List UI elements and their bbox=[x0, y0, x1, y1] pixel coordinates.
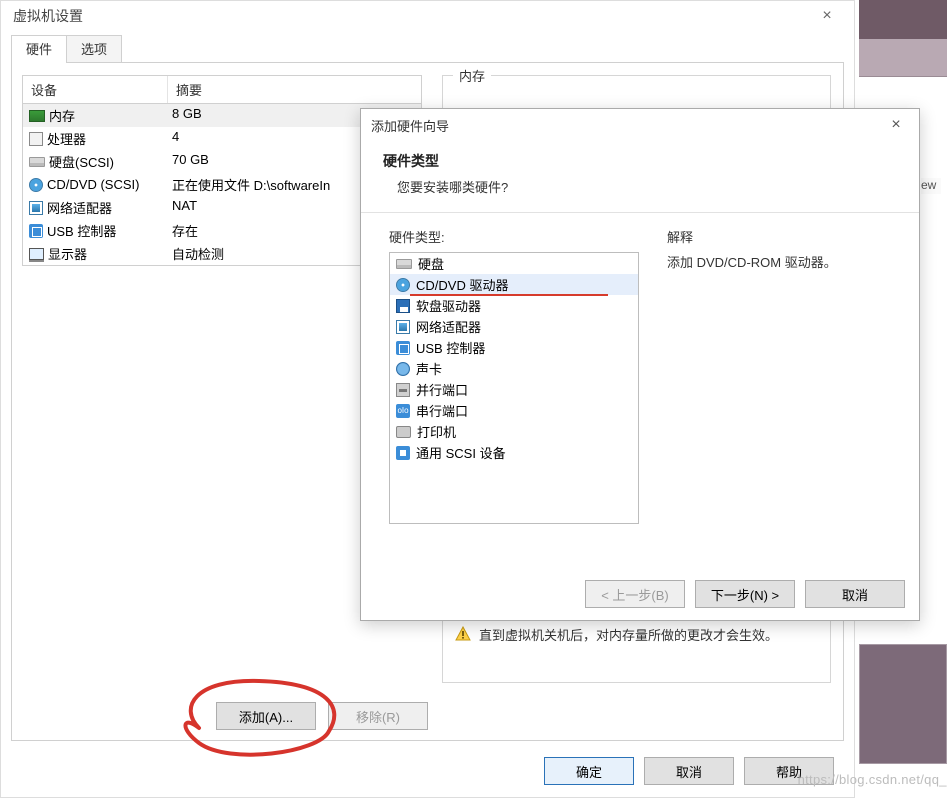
cd-icon bbox=[396, 278, 410, 292]
list-item-label: 通用 SCSI 设备 bbox=[416, 443, 506, 462]
device-name: 内存 bbox=[49, 106, 75, 125]
usb-icon bbox=[396, 341, 410, 355]
list-item-label: 打印机 bbox=[417, 422, 456, 441]
list-item-label: 并行端口 bbox=[416, 380, 468, 399]
close-icon[interactable]: × bbox=[812, 7, 842, 25]
table-header: 设备 摘要 bbox=[22, 75, 422, 104]
dialog-title: 虚拟机设置 bbox=[13, 6, 83, 26]
wizard-banner: 硬件类型 您要安装哪类硬件? bbox=[361, 141, 919, 213]
list-item[interactable]: 通用 SCSI 设备 bbox=[390, 442, 638, 463]
device-name: 显示器 bbox=[48, 244, 87, 263]
list-item-label: 软盘驱动器 bbox=[416, 296, 481, 315]
list-item[interactable]: 声卡 bbox=[390, 358, 638, 379]
device-name: USB 控制器 bbox=[47, 221, 116, 240]
back-button: < 上一步(B) bbox=[585, 580, 685, 608]
explain-text: 添加 DVD/CD-ROM 驱动器。 bbox=[667, 252, 891, 271]
hdd-icon bbox=[29, 157, 45, 167]
warning-icon bbox=[455, 626, 471, 642]
list-item[interactable]: oIo 串行端口 bbox=[390, 400, 638, 421]
list-item[interactable]: USB 控制器 bbox=[390, 337, 638, 358]
hdd-icon bbox=[396, 259, 412, 269]
list-item-label: 声卡 bbox=[416, 359, 442, 378]
cpu-icon bbox=[29, 132, 43, 146]
list-item[interactable]: 软盘驱动器 bbox=[390, 295, 638, 316]
para-icon bbox=[396, 383, 410, 397]
cancel-button[interactable]: 取消 bbox=[644, 757, 734, 785]
list-item[interactable]: 并行端口 bbox=[390, 379, 638, 400]
device-name: 网络适配器 bbox=[47, 198, 112, 217]
cancel-button[interactable]: 取消 bbox=[805, 580, 905, 608]
list-item[interactable]: 打印机 bbox=[390, 421, 638, 442]
tab-hardware[interactable]: 硬件 bbox=[11, 35, 67, 62]
list-item[interactable]: 硬盘 bbox=[390, 253, 638, 274]
wizard-titlebar[interactable]: 添加硬件向导 × bbox=[361, 109, 919, 141]
ok-button[interactable]: 确定 bbox=[544, 757, 634, 785]
memory-warning: 直到虚拟机关机后，对内存量所做的更改才会生效。 bbox=[455, 626, 818, 646]
memory-legend: 内存 bbox=[453, 66, 491, 85]
wizard-title: 添加硬件向导 bbox=[371, 116, 449, 135]
device-name: 处理器 bbox=[47, 129, 86, 148]
add-hardware-wizard: 添加硬件向导 × 硬件类型 您要安装哪类硬件? 硬件类型: 硬盘 CD/DVD 驱… bbox=[360, 108, 920, 621]
net-icon bbox=[29, 201, 43, 215]
mem-icon bbox=[29, 110, 45, 122]
floppy-icon bbox=[396, 299, 410, 313]
next-button[interactable]: 下一步(N) > bbox=[695, 580, 795, 608]
col-summary[interactable]: 摘要 bbox=[168, 76, 421, 103]
net-icon bbox=[396, 320, 410, 334]
serial-icon: oIo bbox=[396, 404, 410, 418]
print-icon bbox=[396, 426, 411, 438]
add-remove-row: 添加(A)... 移除(R) bbox=[216, 702, 428, 730]
list-item-label: 串行端口 bbox=[416, 401, 468, 420]
audio-icon bbox=[396, 362, 410, 376]
device-name: CD/DVD (SCSI) bbox=[47, 177, 139, 192]
wizard-buttons: < 上一步(B) 下一步(N) > 取消 bbox=[585, 580, 905, 608]
hardware-type-list[interactable]: 硬盘 CD/DVD 驱动器软盘驱动器网络适配器 USB 控制器声卡并行端口 oIo 串行… bbox=[389, 252, 639, 524]
tab-bar: 硬件 选项 bbox=[11, 37, 844, 63]
bg-top-bar bbox=[859, 0, 947, 39]
list-item-label: 网络适配器 bbox=[416, 317, 481, 336]
list-item-label: USB 控制器 bbox=[416, 338, 485, 357]
add-button[interactable]: 添加(A)... bbox=[216, 702, 316, 730]
bg-thumbnail bbox=[859, 644, 947, 764]
col-device[interactable]: 设备 bbox=[23, 76, 168, 103]
dialog-titlebar[interactable]: 虚拟机设置 × bbox=[1, 1, 854, 31]
list-item[interactable]: CD/DVD 驱动器 bbox=[390, 274, 638, 295]
list-item-label: 硬盘 bbox=[418, 254, 444, 273]
usb-icon bbox=[29, 224, 43, 238]
memory-warning-text: 直到虚拟机关机后，对内存量所做的更改才会生效。 bbox=[479, 626, 778, 646]
tab-options[interactable]: 选项 bbox=[66, 35, 122, 62]
bg-label-ew: ew bbox=[921, 178, 941, 194]
device-name: 硬盘(SCSI) bbox=[49, 152, 114, 171]
disp-icon bbox=[29, 248, 44, 260]
watermark: https://blog.csdn.net/qq_25406563 bbox=[798, 772, 947, 787]
dialog-buttons: 确定 取消 帮助 bbox=[544, 757, 834, 785]
list-item-label: CD/DVD 驱动器 bbox=[416, 275, 508, 294]
close-icon[interactable]: × bbox=[883, 116, 909, 134]
scsi-icon bbox=[396, 446, 410, 460]
hardware-type-label: 硬件类型: bbox=[389, 227, 639, 246]
remove-button: 移除(R) bbox=[328, 702, 428, 730]
cd-icon bbox=[29, 178, 43, 192]
wizard-heading: 硬件类型 bbox=[383, 151, 897, 171]
list-item[interactable]: 网络适配器 bbox=[390, 316, 638, 337]
bg-mid-bar bbox=[859, 39, 947, 77]
wizard-subheading: 您要安装哪类硬件? bbox=[397, 177, 897, 196]
explain-label: 解释 bbox=[667, 227, 891, 246]
